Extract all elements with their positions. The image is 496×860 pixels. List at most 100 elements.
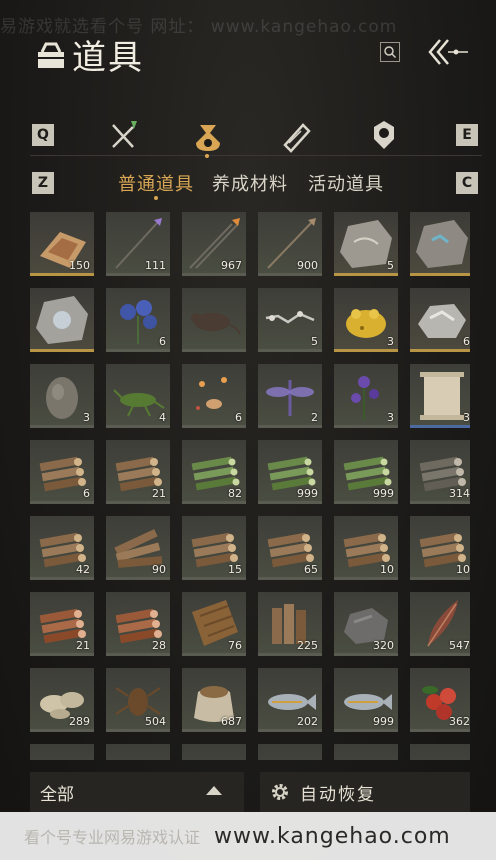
item-slot[interactable]: 4 [106,364,170,428]
watermark-url: www.kangehao.com [214,823,451,849]
item-slot[interactable]: 5 [258,288,322,352]
item-count: 111 [145,259,166,272]
item-slot[interactable] [258,744,322,760]
item-count: 362 [449,715,470,728]
item-slot[interactable]: 82 [182,440,246,504]
watermark-bottom: 看个号专业网易游戏认证 www.kangehao.com [0,812,496,860]
item-slot[interactable]: 21 [106,440,170,504]
back-arrow-icon[interactable] [426,38,472,66]
tab-event-items[interactable]: 活动道具 [308,170,384,196]
item-count: 4 [159,411,166,424]
item-slot[interactable]: 202 [258,668,322,732]
item-slot[interactable]: 320 [334,592,398,656]
item-count: 504 [145,715,166,728]
item-count: 76 [228,639,242,652]
item-count: 5 [387,259,394,272]
item-slot[interactable]: 28 [106,592,170,656]
item-slot[interactable]: 6 [182,364,246,428]
item-slot[interactable]: 900 [258,212,322,276]
item-count: 21 [76,639,90,652]
filter-dropdown[interactable]: 全部 [30,772,244,812]
item-slot[interactable]: 362 [410,668,470,732]
item-count: 687 [221,715,242,728]
item-count: 999 [373,487,394,500]
tab-growth-materials[interactable]: 养成材料 [212,170,288,196]
item-count: 967 [221,259,242,272]
item-slot[interactable] [182,288,246,352]
item-slot[interactable] [410,212,470,276]
item-slot[interactable]: 2 [258,364,322,428]
item-slot[interactable]: 10 [334,516,398,580]
item-slot[interactable] [182,744,246,760]
item-count: 900 [297,259,318,272]
item-count: 999 [297,487,318,500]
item-grid: 150 111 967 900 5 6 5 3 6 3 4 6 2 3 3 6 21 82 999 999 314 42 9… [30,212,470,760]
item-slot[interactable]: 21 [30,592,94,656]
item-count: 10 [456,563,470,576]
item-slot[interactable] [30,744,94,760]
key-hint-z[interactable]: Z [32,172,54,194]
item-slot[interactable]: 111 [106,212,170,276]
item-slot[interactable]: 6 [106,288,170,352]
item-slot[interactable]: 289 [30,668,94,732]
item-slot[interactable]: 3 [334,288,398,352]
key-hint-q[interactable]: Q [32,124,54,146]
item-count: 225 [297,639,318,652]
scroll-icon[interactable] [278,118,314,154]
auto-restore-button[interactable]: 自动恢复 [260,772,470,812]
blue-ore-stone-icon [416,220,468,268]
item-slot[interactable] [410,744,470,760]
item-slot[interactable]: 3 [410,364,470,428]
item-slot[interactable]: 3 [334,364,398,428]
item-slot[interactable]: 999 [334,440,398,504]
item-slot[interactable] [106,744,170,760]
item-count: 320 [373,639,394,652]
crossed-swords-icon[interactable] [106,118,142,154]
white-ore-icon [418,304,466,338]
item-slot[interactable]: 90 [106,516,170,580]
item-slot[interactable] [30,288,94,352]
item-slot[interactable]: 225 [258,592,322,656]
search-button[interactable] [380,42,400,62]
item-count: 2 [311,411,318,424]
key-hint-e[interactable]: E [456,124,478,146]
item-count: 547 [449,639,470,652]
item-slot[interactable]: 65 [258,516,322,580]
item-count: 3 [83,411,90,424]
bag-icon [38,42,64,68]
auto-restore-label: 自动恢复 [300,784,376,805]
item-slot[interactable] [334,744,398,760]
medal-icon[interactable] [366,118,402,154]
item-count: 6 [463,335,470,348]
gear-icon [272,784,288,800]
item-slot[interactable]: 547 [410,592,470,656]
item-count: 150 [69,259,90,272]
page-title-text: 道具 [72,38,144,78]
item-slot[interactable]: 15 [182,516,246,580]
category-bar: Q E [30,116,482,158]
item-slot[interactable]: 42 [30,516,94,580]
paper-scroll-icon [420,372,464,420]
rat-icon [191,313,241,335]
item-count: 999 [373,715,394,728]
search-icon [384,46,397,59]
item-count: 202 [297,715,318,728]
item-slot[interactable]: 10 [410,516,470,580]
item-count: 42 [76,563,90,576]
item-slot[interactable]: 314 [410,440,470,504]
item-slot[interactable]: 6 [410,288,470,352]
item-slot[interactable]: 504 [106,668,170,732]
page-title: 道具 [34,30,144,79]
key-hint-c[interactable]: C [456,172,478,194]
item-slot[interactable]: 5 [334,212,398,276]
item-slot[interactable]: 967 [182,212,246,276]
item-slot[interactable]: 687 [182,668,246,732]
item-slot[interactable]: 999 [258,440,322,504]
item-slot[interactable]: 3 [30,364,94,428]
item-slot[interactable]: 76 [182,592,246,656]
money-pouch-icon[interactable] [190,118,226,154]
item-slot[interactable]: 999 [334,668,398,732]
tab-normal-items[interactable]: 普通道具 [118,170,194,196]
item-slot[interactable]: 6 [30,440,94,504]
item-slot[interactable]: 150 [30,212,94,276]
